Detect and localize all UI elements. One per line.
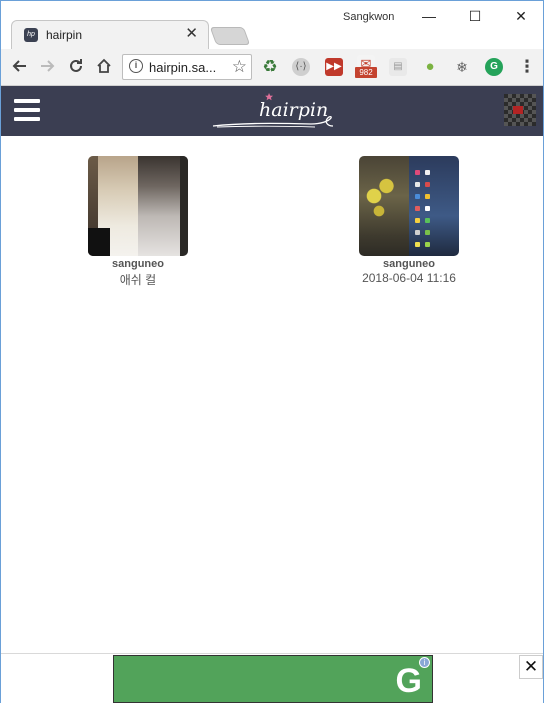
home-icon[interactable] bbox=[94, 57, 114, 77]
post-caption: 애쉬 컬 bbox=[119, 273, 157, 287]
post-thumbnail[interactable] bbox=[359, 156, 459, 256]
browser-tab[interactable]: hp hairpin ✕ bbox=[11, 20, 209, 49]
hairpin-logo[interactable]: hairpin bbox=[211, 90, 335, 134]
post-username: sanguneo bbox=[383, 258, 435, 270]
browser-window: hp hairpin ✕ Sangkwon — ☐ ✕ i hairpin.sa… bbox=[0, 0, 544, 703]
forward-icon[interactable] bbox=[38, 57, 58, 77]
gallery-post[interactable]: sanguneo 2018-06-04 11:16 bbox=[339, 156, 479, 285]
browser-toolbar: i hairpin.sa... ☆ ♻ ⟨·⟩ ▶▶ ✉ ▤ ● ❄ G ⋮ bbox=[1, 49, 543, 86]
ad-banner: G i ✕ bbox=[1, 653, 543, 703]
site-header: hairpin bbox=[1, 86, 543, 136]
new-tab-button[interactable] bbox=[209, 27, 251, 45]
close-window-button[interactable]: ✕ bbox=[506, 5, 536, 27]
post-caption: 2018-06-04 11:16 bbox=[362, 271, 456, 285]
site-info-icon[interactable]: i bbox=[129, 59, 143, 73]
android-icon[interactable]: ● bbox=[421, 58, 439, 76]
grammarly-icon[interactable]: G bbox=[485, 58, 503, 76]
ad-logo: G bbox=[395, 662, 422, 700]
code-icon[interactable]: ⟨·⟩ bbox=[292, 58, 310, 76]
ad-creative[interactable]: G i bbox=[113, 655, 433, 703]
reload-icon[interactable] bbox=[66, 57, 86, 77]
post-username: sanguneo bbox=[112, 258, 164, 270]
minimize-button[interactable]: — bbox=[414, 5, 444, 27]
title-bar: hp hairpin ✕ Sangkwon — ☐ ✕ bbox=[1, 1, 543, 49]
post-thumbnail[interactable] bbox=[88, 156, 188, 256]
hairpin-favicon-icon: hp bbox=[24, 28, 38, 42]
back-icon[interactable] bbox=[9, 57, 29, 77]
address-bar[interactable]: i hairpin.sa... ☆ bbox=[122, 54, 252, 80]
gallery-post[interactable]: sanguneo 애쉬 컬 bbox=[68, 156, 208, 288]
recycle-icon[interactable]: ♻ bbox=[260, 57, 280, 77]
snowflake-icon[interactable]: ❄ bbox=[453, 58, 471, 76]
menu-icon[interactable] bbox=[14, 99, 40, 121]
tab-title: hairpin bbox=[46, 28, 83, 42]
profile-avatar[interactable] bbox=[504, 94, 536, 126]
ad-info-icon[interactable]: i bbox=[419, 657, 430, 668]
chrome-menu-icon[interactable]: ⋮ bbox=[517, 57, 537, 77]
tab-close-icon[interactable]: ✕ bbox=[185, 26, 198, 42]
mail-count-badge: 982 bbox=[355, 67, 377, 78]
profile-name[interactable]: Sangkwon bbox=[343, 11, 394, 23]
logo-text: hairpin bbox=[259, 99, 328, 121]
ad-close-button[interactable]: ✕ bbox=[519, 655, 543, 679]
fastforward-icon[interactable]: ▶▶ bbox=[325, 58, 343, 76]
url-text: hairpin.sa... bbox=[149, 60, 217, 75]
reader-icon[interactable]: ▤ bbox=[389, 58, 407, 76]
bookmark-star-icon[interactable]: ☆ bbox=[232, 57, 247, 77]
maximize-button[interactable]: ☐ bbox=[460, 5, 490, 27]
